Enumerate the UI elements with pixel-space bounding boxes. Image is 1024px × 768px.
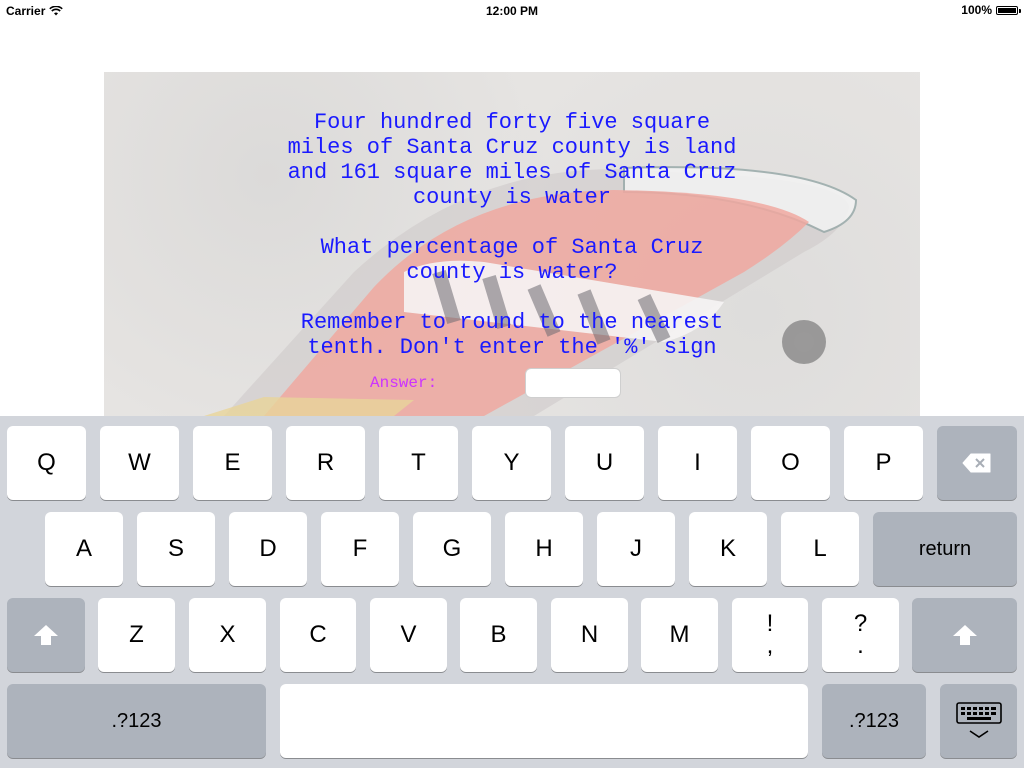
key-k[interactable]: K	[689, 512, 767, 586]
battery-percent: 100%	[961, 3, 992, 17]
numbers-key-right[interactable]: .?123	[822, 684, 926, 758]
delete-icon	[962, 453, 991, 473]
key-q[interactable]: Q	[7, 426, 86, 500]
key-t[interactable]: T	[379, 426, 458, 500]
key-i[interactable]: I	[658, 426, 737, 500]
key-n[interactable]: N	[551, 598, 628, 672]
shift-key-right[interactable]	[912, 598, 1017, 672]
key-w[interactable]: W	[100, 426, 179, 500]
key-u[interactable]: U	[565, 426, 644, 500]
keyboard-dismiss-icon	[955, 702, 1002, 738]
key-a[interactable]: A	[45, 512, 123, 586]
return-key[interactable]: return	[873, 512, 1017, 586]
battery: 100%	[961, 3, 1021, 17]
key-l[interactable]: L	[781, 512, 859, 586]
key-exclamation-comma[interactable]: ! ,	[732, 598, 808, 672]
key-c[interactable]: C	[280, 598, 356, 672]
numbers-key-left[interactable]: .?123	[7, 684, 266, 758]
key-s[interactable]: S	[137, 512, 215, 586]
question-paragraph-1: Four hundred forty five square miles of …	[287, 110, 737, 210]
answer-input[interactable]	[525, 368, 621, 398]
key-z[interactable]: Z	[98, 598, 175, 672]
key-g[interactable]: G	[413, 512, 491, 586]
dismiss-keyboard-key[interactable]	[940, 684, 1017, 758]
key-x[interactable]: X	[189, 598, 266, 672]
key-j[interactable]: J	[597, 512, 675, 586]
key-y[interactable]: Y	[472, 426, 551, 500]
key-r[interactable]: R	[286, 426, 365, 500]
key-question-period[interactable]: ? .	[822, 598, 899, 672]
key-h[interactable]: H	[505, 512, 583, 586]
key-b[interactable]: B	[460, 598, 537, 672]
answer-label: Answer:	[370, 374, 438, 392]
key-e[interactable]: E	[193, 426, 272, 500]
clock: 12:00 PM	[485, 4, 539, 18]
key-m[interactable]: M	[641, 598, 718, 672]
question-text: Four hundred forty five square miles of …	[104, 110, 920, 385]
key-v[interactable]: V	[370, 598, 447, 672]
question-paragraph-3: Remember to round to the nearest tenth. …	[300, 310, 724, 360]
shift-icon	[952, 625, 977, 645]
key-label-period: .	[857, 632, 864, 659]
question-paragraph-2: What percentage of Santa Cruz county is …	[320, 235, 704, 285]
delete-key[interactable]	[937, 426, 1017, 500]
key-d[interactable]: D	[229, 512, 307, 586]
shift-icon	[34, 625, 58, 645]
shift-key-left[interactable]	[7, 598, 85, 672]
key-o[interactable]: O	[751, 426, 830, 500]
key-label-comma: ,	[766, 632, 774, 659]
space-bar[interactable]	[280, 684, 808, 758]
key-f[interactable]: F	[321, 512, 399, 586]
key-p[interactable]: P	[844, 426, 923, 500]
status-bar: Carrier 12:00 PM 100%	[0, 0, 1024, 20]
battery-icon	[996, 5, 1021, 15]
onscreen-keyboard: Q W E R T Y U I O P A S D F G H J K L re…	[0, 416, 1024, 768]
